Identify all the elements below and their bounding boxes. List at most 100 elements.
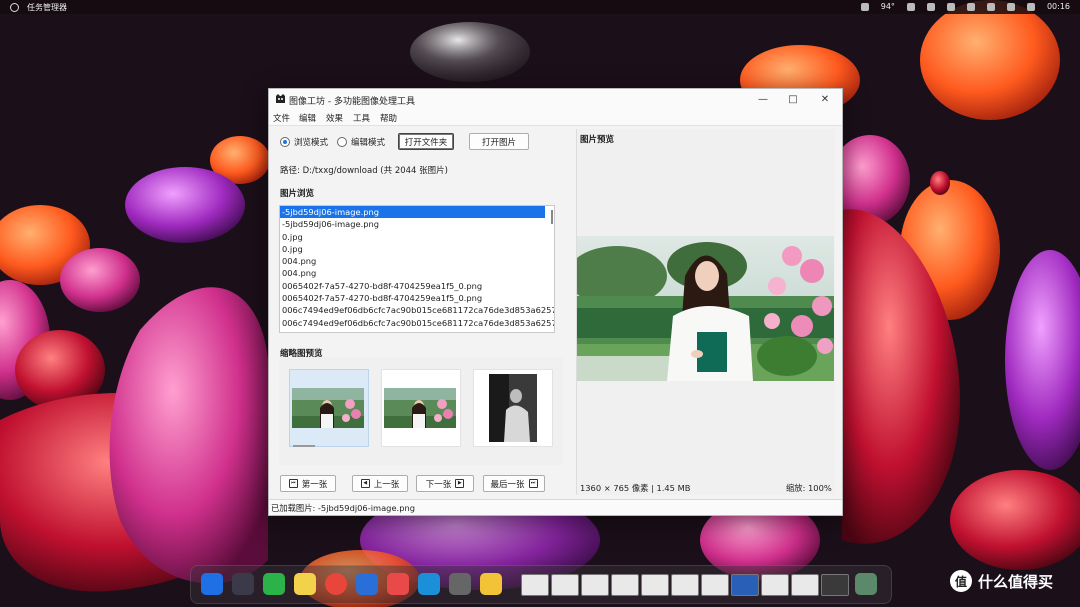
list-scrollbar[interactable]	[551, 210, 553, 224]
dock	[190, 565, 892, 604]
list-item[interactable]: 0.jpg	[280, 231, 554, 243]
temperature-readout[interactable]: 94°	[881, 2, 895, 11]
radio-dot	[280, 137, 290, 147]
python-icon[interactable]	[480, 573, 502, 595]
image-preview-panel: 图片预览 1360 × 765 像素 | 1.45 MB 缩放: 100%	[576, 129, 835, 495]
apple-logo-icon[interactable]	[10, 3, 19, 12]
control-center-icon[interactable]	[966, 2, 975, 11]
folder-path-label: 路径: D:/txxg/download (共 2044 张图片)	[280, 166, 448, 176]
status-text: 已加载图片: -5jbd59dj06-image.png	[271, 503, 415, 513]
document-app-icon[interactable]	[356, 573, 378, 595]
chrome-icon[interactable]	[325, 573, 347, 595]
minimize-button[interactable]: —	[749, 91, 777, 108]
menu-tools[interactable]: 工具	[353, 112, 370, 124]
image-workshop-window: 图像工坊 - 多功能图像处理工具 — □ ✕ 文件 编辑 效果 工具 帮助 浏览…	[268, 88, 843, 516]
list-item[interactable]: 0065402f-7a57-4270-bd8f-4704259ea1f5_0.p…	[280, 292, 554, 304]
next-label: 下一张	[425, 479, 452, 490]
window-thumbnail-7[interactable]	[701, 574, 729, 596]
previous-image-button[interactable]: ◀ 上一张	[352, 475, 408, 492]
app-logo-icon	[276, 94, 285, 103]
notes-icon[interactable]	[294, 573, 316, 595]
battery-icon[interactable]	[906, 2, 915, 11]
window-title: 图像工坊 - 多功能图像处理工具	[289, 97, 415, 107]
thumbnail-image	[384, 388, 456, 428]
site-watermark: 值 什么值得买	[950, 570, 1053, 592]
thumbnail-strip	[279, 357, 563, 465]
last-label: 最后一张	[490, 479, 525, 490]
window-thumbnail-4[interactable]	[611, 574, 639, 596]
menu-effects[interactable]: 效果	[326, 112, 343, 124]
previous-icon: ◀	[360, 479, 370, 488]
window-thumbnail-8[interactable]	[731, 574, 759, 596]
browse-mode-label: 浏览模式	[294, 138, 329, 148]
system-top-bar: 任务管理器 94° 00:16	[0, 0, 1080, 14]
window-thumbnail-2[interactable]	[551, 574, 579, 596]
wifi-icon[interactable]	[946, 2, 955, 11]
zoom-level: 缩放: 100%	[786, 483, 832, 493]
previous-label: 上一张	[373, 479, 400, 490]
list-item[interactable]: 006c7494ed9ef06db6cfc7ac90b015ce681172ca…	[280, 304, 554, 316]
list-item[interactable]: 004.png	[280, 255, 554, 267]
monitor-icon[interactable]	[860, 2, 869, 11]
search-icon[interactable]	[1006, 2, 1015, 11]
window-thumbnail-5[interactable]	[641, 574, 669, 596]
browse-section-title: 图片浏览	[280, 189, 315, 199]
last-icon: ⏭	[528, 479, 538, 488]
edit-mode-radio[interactable]: 编辑模式	[337, 136, 385, 148]
box-app-icon[interactable]	[449, 573, 471, 595]
open-image-button[interactable]: 打开图片	[469, 133, 529, 150]
image-dimensions-info: 1360 × 765 像素 | 1.45 MB	[580, 483, 691, 493]
open-folder-button[interactable]: 打开文件夹	[398, 133, 454, 150]
window-thumbnail-9[interactable]	[761, 574, 789, 596]
maximize-button[interactable]: □	[779, 91, 807, 108]
preview-section-title: 图片预览	[580, 135, 615, 145]
checkmark-app-icon[interactable]	[418, 573, 440, 595]
close-button[interactable]: ✕	[811, 91, 839, 108]
menu-edit[interactable]: 编辑	[299, 112, 316, 124]
first-image-button[interactable]: ⏮ 第一张	[280, 475, 336, 492]
first-label: 第一张	[301, 479, 328, 490]
finder-icon[interactable]	[201, 573, 223, 595]
wechat-icon[interactable]	[263, 573, 285, 595]
list-item[interactable]: 006c7494ed9ef06db6cfc7ac90b015ce681172ca…	[280, 317, 554, 329]
file-list[interactable]: -5jbd59dj06-image.png -5jbd59dj06-image.…	[279, 205, 555, 333]
list-item[interactable]: -5jbd59dj06-image.png	[280, 206, 545, 219]
list-item[interactable]: 004.png	[280, 267, 554, 279]
menu-help[interactable]: 帮助	[380, 112, 397, 124]
list-item[interactable]: 0.jpg	[280, 243, 554, 255]
status-bar: 已加载图片: -5jbd59dj06-image.png	[269, 499, 842, 515]
window-thumbnail-10[interactable]	[791, 574, 819, 596]
volume-icon[interactable]	[986, 2, 995, 11]
next-icon: ▶	[455, 479, 465, 488]
window-thumbnail-6[interactable]	[671, 574, 699, 596]
title-bar[interactable]: 图像工坊 - 多功能图像处理工具 — □ ✕	[269, 89, 842, 110]
watermark-logo: 值	[950, 570, 972, 592]
trash-icon[interactable]	[855, 573, 877, 595]
red-app-icon[interactable]	[387, 573, 409, 595]
watermark-text: 什么值得买	[978, 572, 1054, 591]
preview-image[interactable]	[577, 236, 834, 381]
thumbnail-image	[489, 374, 537, 442]
first-icon: ⏮	[288, 479, 298, 488]
active-app-name[interactable]: 任务管理器	[27, 2, 67, 13]
menu-bar: 文件 编辑 效果 工具 帮助	[269, 110, 842, 126]
window-thumbnail-11[interactable]	[821, 574, 849, 596]
bluetooth-icon[interactable]	[926, 2, 935, 11]
last-image-button[interactable]: 最后一张 ⏭	[483, 475, 545, 492]
browse-mode-radio[interactable]: 浏览模式	[280, 136, 328, 148]
thumbnail-2[interactable]	[381, 369, 461, 447]
launchpad-icon[interactable]	[232, 573, 254, 595]
next-image-button[interactable]: 下一张 ▶	[416, 475, 474, 492]
thumbnail-image	[292, 388, 364, 428]
thumbnail-1[interactable]	[289, 369, 369, 447]
list-item[interactable]: -5jbd59dj06-image.png	[280, 218, 554, 230]
menu-file[interactable]: 文件	[273, 112, 290, 124]
window-thumbnail-1[interactable]	[521, 574, 549, 596]
user-icon[interactable]	[1026, 2, 1035, 11]
radio-dot	[337, 137, 347, 147]
list-item[interactable]: 0065402f-7a57-4270-bd8f-4704259ea1f5_0.p…	[280, 280, 554, 292]
window-thumbnail-3[interactable]	[581, 574, 609, 596]
thumbnail-3[interactable]	[473, 369, 553, 447]
thumbnail-scrollbar[interactable]	[293, 445, 315, 447]
clock[interactable]: 00:16	[1047, 2, 1070, 11]
